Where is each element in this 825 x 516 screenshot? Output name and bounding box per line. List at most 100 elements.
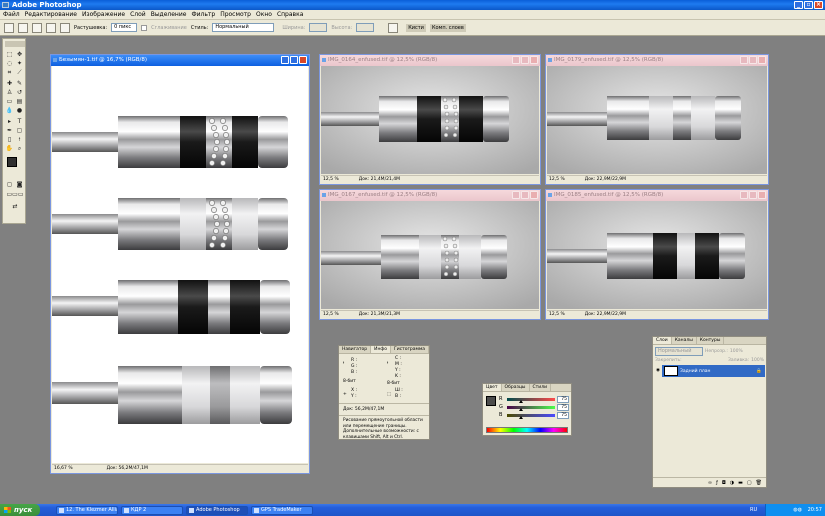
document-window-img0164[interactable]: IMG_0164_enfused.tif @ 12,5% (RGB/8) 12,… [319,54,541,185]
document-canvas[interactable] [52,66,308,463]
tab-styles[interactable]: Стили [530,384,551,391]
tab-swatches[interactable]: Образцы [502,384,530,391]
blend-mode-select[interactable]: Нормальный [655,347,703,356]
doc-minimize-icon[interactable] [512,191,520,199]
language-indicator[interactable]: RU [750,504,757,516]
document-title-bar[interactable]: IMG_0164_enfused.tif @ 12,5% (RGB/8) [320,55,540,66]
intersect-selection-icon[interactable] [60,22,70,33]
slice-icon[interactable]: ⟋ [15,69,24,77]
restore-icon[interactable]: ▫ [804,1,813,9]
task-kdr[interactable]: КДР 2 [121,505,183,515]
doc-close-icon[interactable] [299,56,307,64]
width-input[interactable] [309,23,328,32]
document-window-main[interactable]: Безымян-1.tif @ 16,7% (RGB/8) 16,67 % До… [50,54,310,474]
pen-icon[interactable]: ✒ [5,127,14,135]
layer-name[interactable]: Задний план [680,369,711,374]
standard-mode-icon[interactable]: ◻ [5,181,14,189]
tab-layers[interactable]: Слои [653,337,672,344]
doc-maximize-icon[interactable] [290,56,298,64]
shape-icon[interactable]: ▢ [15,127,24,135]
move-icon[interactable]: ✥ [15,51,24,59]
menu-image[interactable]: Изображение [82,11,125,18]
clone-stamp-icon[interactable]: ♙ [5,89,14,97]
slider-thumb-icon[interactable] [519,415,524,419]
marquee-tool-preset-icon[interactable] [4,22,14,33]
zoom-level[interactable]: 12,5 % [549,311,565,318]
adjustment-layer-icon[interactable]: ◑ [730,478,734,487]
task-photoshop[interactable]: Adobe Photoshop [186,505,248,515]
tray-icons[interactable]: ◍◍ [793,507,802,513]
eye-icon[interactable]: ◉ [654,365,662,377]
folder-icon[interactable]: ▬ [738,478,743,487]
menu-select[interactable]: Выделение [151,11,187,18]
trash-icon[interactable]: 🗑 [756,478,762,487]
screen-modes-icon[interactable]: ▭▭▭ [5,191,25,199]
doc-maximize-icon[interactable] [521,56,529,64]
document-canvas[interactable] [547,66,767,174]
healing-brush-icon[interactable]: ✚ [5,80,14,88]
doc-close-icon[interactable] [758,191,766,199]
blue-slider[interactable] [507,413,555,419]
blur-icon[interactable]: 💧 [5,107,14,115]
start-button[interactable]: пуск [0,504,40,516]
document-canvas[interactable] [321,201,539,309]
type-icon[interactable]: T [15,118,24,126]
doc-maximize-icon[interactable] [749,191,757,199]
layer-row[interactable]: ◉ Задний план 🔒 [654,365,765,377]
document-window-img0185[interactable]: IMG_0185_enfused.tif @ 12,5% (RGB/8) 12,… [545,189,769,320]
doc-minimize-icon[interactable] [740,56,748,64]
tab-channels[interactable]: Каналы [672,337,697,344]
doc-maximize-icon[interactable] [749,56,757,64]
menu-file[interactable]: Файл [3,11,20,18]
style-select[interactable]: Нормальный [212,23,275,32]
eraser-icon[interactable]: ▭ [5,98,14,106]
document-title-bar[interactable]: IMG_0167_enfused.tif @ 12,5% (RGB/8) [320,190,540,201]
slider-thumb-icon[interactable] [519,399,524,403]
document-title-bar[interactable]: IMG_0185_enfused.tif @ 12,5% (RGB/8) [546,190,768,201]
layer-style-icon[interactable]: ƒ [716,478,718,487]
foreground-color-swatch[interactable] [7,157,17,167]
doc-minimize-icon[interactable] [281,56,289,64]
imageready-icon[interactable]: ⇄ [5,203,25,211]
red-slider[interactable] [507,397,555,403]
tab-navigator[interactable]: Навигатор [339,346,372,353]
zoom-level[interactable]: 16,67 % [54,465,73,472]
tab-histogram[interactable]: Гистограмма [391,346,430,353]
menu-view[interactable]: Просмотр [220,11,251,18]
zoom-icon[interactable]: ⌕ [15,145,24,153]
feather-input[interactable]: 0 пикс [111,23,138,32]
task-gps[interactable]: GPS TradeMaker [251,505,313,515]
tab-paths[interactable]: Контуры [697,337,725,344]
doc-close-icon[interactable] [530,56,538,64]
menu-window[interactable]: Окно [256,11,272,18]
doc-maximize-icon[interactable] [521,191,529,199]
height-input[interactable] [356,23,375,32]
history-brush-icon[interactable]: ↺ [15,89,24,97]
document-title-bar[interactable]: IMG_0179_enfused.tif @ 12,5% (RGB/8) [546,55,768,66]
menu-filter[interactable]: Фильтр [191,11,215,18]
link-icon[interactable]: ∞ [708,478,712,487]
fill-value[interactable]: 100% [751,358,764,363]
new-layer-icon[interactable]: ▢ [747,478,752,487]
doc-minimize-icon[interactable] [512,56,520,64]
lasso-icon[interactable]: ◌ [5,60,14,68]
palette-well-icon[interactable] [388,22,399,33]
task-klezmer[interactable]: 12. The Klezmer Allia... [56,505,118,515]
minimize-icon[interactable]: _ [794,1,803,9]
eyedropper-icon[interactable]: ⟊ [15,136,24,144]
gradient-icon[interactable]: ▤ [15,98,24,106]
document-window-img0167[interactable]: IMG_0167_enfused.tif @ 12,5% (RGB/8) 12,… [319,189,541,320]
doc-close-icon[interactable] [530,191,538,199]
marquee-icon[interactable]: ⬚ [5,51,14,59]
document-window-img0179[interactable]: IMG_0179_enfused.tif @ 12,5% (RGB/8) 12,… [545,54,769,185]
hand-icon[interactable]: ✋ [5,145,14,153]
brush-icon[interactable]: ✎ [15,80,24,88]
menu-layer[interactable]: Слой [130,11,146,18]
green-value[interactable]: 75 [557,403,569,411]
close-icon[interactable]: × [814,1,823,9]
doc-close-icon[interactable] [758,56,766,64]
menu-edit[interactable]: Редактирование [25,11,77,18]
crop-icon[interactable]: ⌗ [5,69,14,77]
palette-tab-layercomps[interactable]: Комп. слоев [429,23,466,32]
zoom-level[interactable]: 12,5 % [549,176,565,183]
